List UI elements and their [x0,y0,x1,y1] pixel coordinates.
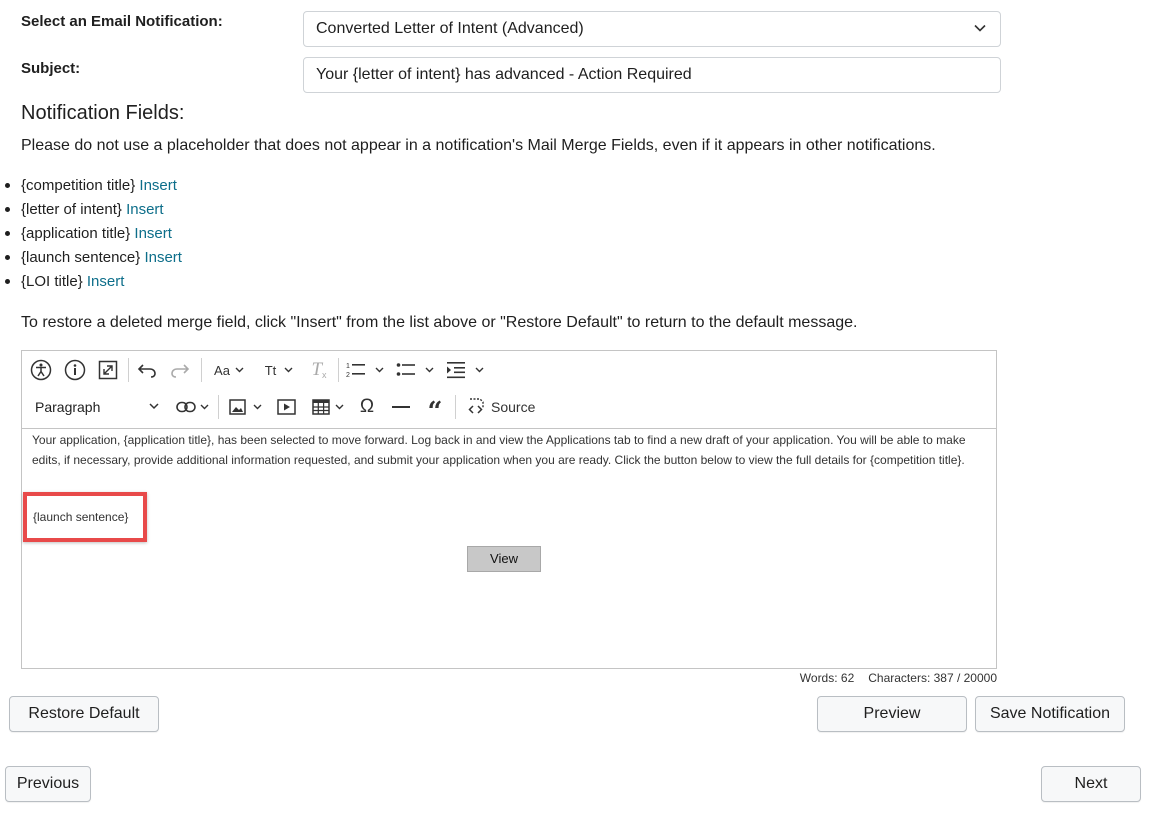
merge-field-name: {application title} [21,225,131,242]
editor-word-count: Words: 62 Characters: 387 / 20000 [800,671,997,685]
insert-link[interactable]: Insert [87,273,125,290]
editor-toolbar: Aa Tt Tx 12 Paragraph Ω “ Source [22,351,996,429]
notification-fields-heading: Notification Fields: [21,102,185,124]
font-size-icon[interactable]: Aa [209,355,249,385]
toolbar-divider [201,358,202,382]
chevron-down-icon [974,24,986,32]
notification-select[interactable]: Converted Letter of Intent (Advanced) [303,11,1001,47]
text-transform-icon[interactable]: Tt [260,355,298,385]
source-button[interactable]: Source [466,392,538,422]
special-char-icon[interactable]: Ω [354,392,380,422]
launch-sentence-placeholder: {launch sentence} [33,510,129,524]
bulleted-list-icon[interactable] [394,355,436,385]
restore-default-button[interactable]: Restore Default [9,696,159,732]
merge-field-item: {launch sentence} Insert [5,248,182,272]
merge-field-name: {LOI title} [21,273,83,290]
merge-field-item: {letter of intent} Insert [5,200,182,224]
fullscreen-icon[interactable] [95,355,121,385]
toolbar-divider [455,395,456,419]
editor-content[interactable]: Your application, {application title}, h… [32,431,982,470]
image-icon[interactable] [225,392,265,422]
rich-text-editor: Aa Tt Tx 12 Paragraph Ω “ Source Your ap… [21,350,997,669]
merge-field-item: {application title} Insert [5,224,182,248]
email-body-text: Your application, {application title}, h… [32,433,966,467]
view-button[interactable]: View [467,546,541,572]
blockquote-icon[interactable]: “ [422,392,448,427]
next-button[interactable]: Next [1041,766,1141,802]
subject-value: Your {letter of intent} has advanced - A… [316,66,692,83]
insert-link[interactable]: Insert [134,225,172,242]
merge-field-name: {competition title} [21,177,136,194]
table-icon[interactable] [308,392,348,422]
save-notification-button[interactable]: Save Notification [975,696,1125,732]
insert-link[interactable]: Insert [126,201,164,218]
restore-hint: To restore a deleted merge field, click … [21,314,858,331]
indent-icon[interactable] [444,355,486,385]
toolbar-divider [338,358,339,382]
toolbar-divider [218,395,219,419]
accessibility-icon[interactable] [28,355,54,385]
preview-button[interactable]: Preview [817,696,967,732]
source-label: Source [491,399,536,415]
media-icon[interactable] [273,392,299,422]
subject-label: Subject: [21,60,81,77]
notification-select-value: Converted Letter of Intent (Advanced) [316,20,584,37]
source-icon [468,398,484,414]
word-count: Words: 62 [799,671,855,685]
paragraph-format-value: Paragraph [35,399,101,415]
subject-input[interactable]: Your {letter of intent} has advanced - A… [303,57,1001,93]
merge-field-item: {competition title} Insert [5,176,182,200]
launch-sentence-highlight: {launch sentence} [23,492,147,542]
remove-format-icon[interactable]: Tx [306,355,332,385]
info-icon[interactable] [62,355,88,385]
previous-button[interactable]: Previous [5,766,91,802]
merge-field-list: {competition title} Insert {letter of in… [0,176,182,296]
horizontal-line-icon[interactable] [388,392,414,422]
numbered-list-icon[interactable]: 12 [344,355,386,385]
merge-field-name: {letter of intent} [21,201,122,218]
placeholder-hint: Please do not use a placeholder that doe… [21,137,936,154]
merge-field-name: {launch sentence} [21,249,141,266]
insert-link[interactable]: Insert [139,177,177,194]
chevron-down-icon [149,403,159,410]
character-count: Characters: 387 / 20000 [868,671,997,685]
paragraph-format-select[interactable]: Paragraph [32,392,161,422]
redo-icon[interactable] [167,355,193,385]
notification-select-label: Select an Email Notification: [21,13,223,30]
svg-text:1: 1 [346,363,350,370]
undo-icon[interactable] [134,355,160,385]
merge-field-item: {LOI title} Insert [5,272,182,296]
insert-link[interactable]: Insert [144,249,182,266]
link-icon[interactable] [172,392,212,422]
svg-text:2: 2 [346,372,350,379]
toolbar-divider [128,358,129,382]
